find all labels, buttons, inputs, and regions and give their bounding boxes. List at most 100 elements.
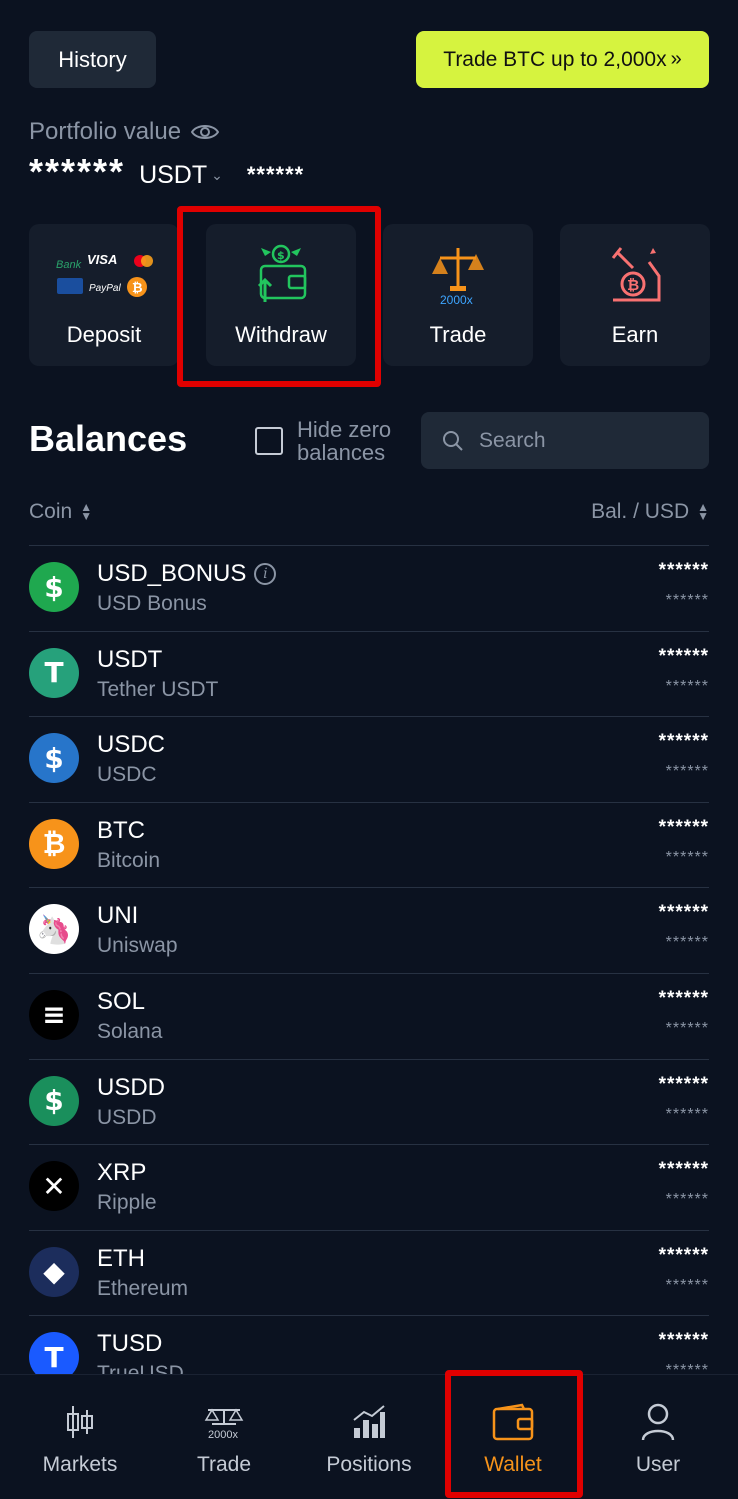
nav-user[interactable]: User: [586, 1375, 730, 1499]
coin-glyph: T: [44, 1340, 64, 1374]
uni-coin-icon: 🦄: [29, 904, 79, 955]
coin-glyph: ₿: [42, 827, 66, 861]
nav-markets-label: Markets: [42, 1453, 118, 1476]
coin-row-tusd[interactable]: T TUSD TrueUSD ****** ******: [29, 1316, 709, 1374]
currency-selector[interactable]: USDT ⌄: [139, 158, 223, 192]
balance-column-label: Bal. / USD: [591, 500, 690, 523]
bar-chart-icon: [352, 1401, 386, 1443]
coin-glyph: ≡: [42, 998, 66, 1032]
coin-usd-value: ******: [665, 1362, 709, 1374]
earn-label: Earn: [611, 322, 659, 347]
coin-glyph: ✕: [42, 1169, 66, 1203]
visa-logo-text: VISA: [87, 252, 117, 267]
coin-row-usd_bonus[interactable]: $ USD_BONUS i USD Bonus ****** ******: [29, 546, 709, 632]
coin-symbol-row: SOL: [97, 988, 145, 1016]
bitcoin-earn-icon: ₿: [560, 242, 710, 306]
coin-balance: ******: [658, 902, 709, 924]
coin-symbol-row: USDC: [97, 731, 165, 759]
deposit-card[interactable]: Bank VISA PayPal ₿ Deposit: [29, 224, 179, 366]
coin-symbol-row: USDT: [97, 646, 162, 674]
coin-usd-value: ******: [665, 592, 709, 609]
svg-text:₿: ₿: [132, 281, 143, 296]
usdd-coin-icon: $: [29, 1075, 79, 1126]
coin-usd-value: ******: [665, 1105, 709, 1123]
coin-row-eth[interactable]: ◆ ETH Ethereum ****** ******: [29, 1231, 709, 1317]
svg-text:$: $: [277, 249, 285, 262]
trade-card[interactable]: 2000x Trade: [383, 224, 533, 366]
promo-label: Trade BTC up to 2,000x: [443, 47, 667, 71]
coin-name: Bitcoin: [97, 848, 161, 872]
coin-name: USD Bonus: [97, 592, 207, 615]
coin-balance: ******: [658, 560, 709, 581]
coin-usd-value: ******: [665, 1276, 709, 1294]
eye-icon[interactable]: [191, 123, 220, 141]
wallet-icon: [492, 1401, 534, 1443]
withdraw-label: Withdraw: [235, 322, 327, 347]
nav-trade-badge: 2000x: [208, 1429, 238, 1441]
coin-balance: ******: [658, 1073, 709, 1095]
coin-name: USDC: [97, 763, 157, 787]
coin-name: Uniswap: [97, 934, 178, 958]
coin-usd-value: ******: [665, 677, 709, 695]
coin-symbol: USDT: [97, 645, 163, 673]
btc-coin-icon: ₿: [29, 818, 79, 869]
deposit-label: Deposit: [66, 322, 142, 347]
eth-coin-icon: ◆: [29, 1246, 79, 1297]
user-icon: [640, 1401, 676, 1443]
portfolio-value-label: Portfolio value: [29, 118, 182, 145]
coin-row-usdd[interactable]: $ USDD USDD ****** ******: [29, 1060, 709, 1146]
coin-column-header[interactable]: Coin ▲ ▼: [29, 500, 92, 524]
paypal-logo-text: PayPal: [89, 283, 121, 294]
balance-column-header[interactable]: Bal. / USD ▲ ▼: [591, 500, 709, 524]
coin-column-label: Coin: [29, 500, 73, 523]
nav-trade[interactable]: 2000x Trade: [152, 1375, 296, 1499]
coin-glyph: T: [44, 656, 64, 690]
coin-name: Ethereum: [97, 1276, 189, 1300]
sort-icon: ▲ ▼: [697, 500, 709, 523]
trade-card-badge: 2000x: [440, 293, 473, 306]
nav-wallet-label: Wallet: [484, 1453, 542, 1476]
usdt-coin-icon: T: [29, 647, 79, 698]
coin-balance: ******: [658, 731, 709, 753]
coin-glyph: $: [44, 1084, 64, 1118]
coin-name: TrueUSD: [97, 1362, 184, 1374]
coin-name: Tether USDT: [97, 677, 219, 701]
coin-row-btc[interactable]: ₿ BTC Bitcoin ****** ******: [29, 803, 709, 889]
withdraw-card[interactable]: $ Withdraw: [206, 224, 356, 366]
bank-logo-text: Bank: [56, 259, 82, 271]
search-box[interactable]: [421, 412, 709, 469]
hide-zero-checkbox[interactable]: [255, 427, 283, 455]
action-cards: Bank VISA PayPal ₿ Deposit $ Withdraw 20…: [29, 224, 710, 366]
coin-row-sol[interactable]: ≡ SOL Solana ****** ******: [29, 974, 709, 1060]
coin-row-uni[interactable]: 🦄 UNI Uniswap ****** ******: [29, 888, 709, 974]
coin-symbol-row: TUSD: [97, 1330, 162, 1358]
coin-balance: ******: [658, 816, 709, 838]
nav-trade-label: Trade: [196, 1453, 252, 1476]
nav-positions[interactable]: Positions: [297, 1375, 441, 1499]
coin-symbol: UNI: [97, 902, 139, 930]
coin-balance: ******: [658, 987, 709, 1009]
candlestick-icon: [65, 1401, 95, 1443]
nav-markets[interactable]: Markets: [8, 1375, 152, 1499]
search-input[interactable]: [479, 428, 699, 453]
coin-name: Solana: [97, 1019, 163, 1043]
bottom-nav: Markets 2000x Trade Positions Wallet Use…: [0, 1374, 738, 1499]
coin-symbol: TUSD: [97, 1330, 163, 1358]
deposit-payment-methods-icon: Bank VISA PayPal ₿: [29, 242, 179, 306]
nav-wallet[interactable]: Wallet: [441, 1375, 585, 1499]
chevron-down-icon: ⌄: [211, 167, 223, 183]
info-icon[interactable]: i: [254, 563, 277, 585]
trade-btc-promo-button[interactable]: Trade BTC up to 2,000x »: [416, 31, 709, 88]
coin-row-xrp[interactable]: ✕ XRP Ripple ****** ******: [29, 1145, 709, 1231]
coin-symbol-row: USD_BONUS i: [97, 560, 277, 588]
coin-glyph: $: [44, 741, 64, 775]
scale-2000x-icon: 2000x: [383, 242, 533, 306]
earn-card[interactable]: ₿ Earn: [560, 224, 710, 366]
coin-row-usdt[interactable]: T USDT Tether USDT ****** ******: [29, 632, 709, 718]
coin-usd-value: ******: [665, 934, 709, 952]
coin-glyph: ◆: [43, 1255, 65, 1289]
hide-zero-label[interactable]: Hide zero balances: [297, 418, 407, 464]
history-button[interactable]: History: [29, 31, 156, 88]
coin-symbol-row: BTC: [97, 817, 145, 845]
coin-row-usdc[interactable]: $ USDC USDC ****** ******: [29, 717, 709, 803]
